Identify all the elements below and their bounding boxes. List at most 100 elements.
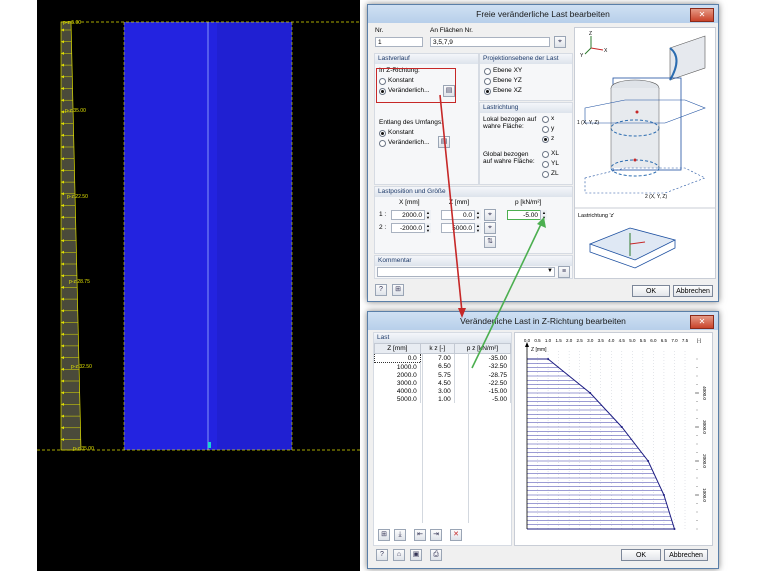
- units-icon[interactable]: ⊞: [392, 284, 404, 296]
- ok-button-2[interactable]: OK: [621, 549, 661, 561]
- table-cell-p[interactable]: -22.50: [454, 379, 512, 387]
- x-tick-label: 7.0: [671, 338, 678, 343]
- x-unit-label: [-]: [697, 338, 701, 343]
- save-icon[interactable]: ▣: [410, 549, 422, 561]
- kommentar-header: Kommentar: [375, 256, 572, 266]
- last-header: Last: [374, 333, 511, 343]
- table-cell-k[interactable]: 7.00: [420, 353, 455, 363]
- last-group: Last Z [mm] k z [-] p z [kN/m²] 0.0 7.00-…: [373, 332, 512, 546]
- row1-p-spinner[interactable]: ▲ ▼: [540, 210, 547, 220]
- nr-field[interactable]: 1: [375, 37, 423, 47]
- x-tick-label: 5.0: [629, 338, 636, 343]
- radio-lokal-z[interactable]: [542, 136, 549, 143]
- x-tick-label: 5.5: [640, 338, 647, 343]
- data-point: [673, 528, 676, 530]
- vp-label-top: p-z:5.00: [63, 20, 81, 26]
- radio-u-veraenderlich[interactable]: [379, 140, 386, 147]
- radio-ebene-yz[interactable]: [484, 78, 491, 85]
- load-table-body: 0.0 7.00 -35.00 1000.0 6.50 -32.50 2000.0 5.75-…: [374, 353, 512, 403]
- table-row[interactable]: 4000.0 3.00 -15.00: [374, 387, 512, 395]
- radio-global-zl[interactable]: [542, 171, 549, 178]
- preview-panel: Z X Y 1 (X, Y, Z) 2 (X, Y, Z) Lastrichtu…: [574, 27, 716, 279]
- row1-z-spinner[interactable]: ▲ ▼: [474, 210, 481, 220]
- x-tick-label: 4.0: [608, 338, 615, 343]
- y-tick-label: 4000.0: [702, 386, 707, 400]
- pick-point1-icon[interactable]: ⌖: [484, 209, 496, 221]
- row1-x-spinner[interactable]: ▲ ▼: [424, 210, 431, 220]
- table-cell-k[interactable]: 1.00: [420, 395, 455, 403]
- u-veraenderlich-label: Veränderlich...: [388, 139, 430, 146]
- edit-u-variation-button[interactable]: ▤: [438, 136, 450, 148]
- table-select-icon[interactable]: ⊞: [378, 529, 390, 541]
- open-icon[interactable]: ⌂: [393, 549, 405, 561]
- table-cell-p[interactable]: -28.75: [454, 371, 512, 379]
- kommentar-group: Kommentar ▼ ≡: [374, 255, 573, 279]
- table-cell-z[interactable]: 4000.0: [374, 387, 421, 395]
- projektion-header: Projektionsebene der Last: [480, 54, 572, 64]
- table-cell-z[interactable]: 1000.0: [374, 362, 421, 371]
- table-cell-p[interactable]: -32.50: [454, 362, 512, 371]
- swap-points-icon[interactable]: ⇅: [484, 236, 496, 248]
- row2-z-spinner[interactable]: ▲ ▼: [474, 223, 481, 233]
- radio-lokal-y[interactable]: [542, 126, 549, 133]
- col-x-header: X [mm]: [399, 199, 420, 206]
- table-row[interactable]: 1000.0 6.50 -32.50: [374, 362, 512, 371]
- close-button-2[interactable]: ✕: [690, 315, 714, 329]
- kommentar-library-icon[interactable]: ≡: [558, 266, 570, 278]
- help-icon-2[interactable]: ?: [376, 549, 388, 561]
- load-table[interactable]: Z [mm] k z [-] p z [kN/m²] 0.0 7.00 -35.00…: [374, 343, 512, 403]
- pick-surface-icon[interactable]: ⌖: [554, 36, 566, 48]
- ebene-xz-label: Ebene XZ: [493, 87, 522, 94]
- row2-x-spinner[interactable]: ▲ ▼: [424, 223, 431, 233]
- table-cell-p[interactable]: -5.00: [454, 395, 512, 403]
- table-cell-z[interactable]: 3000.0: [374, 379, 421, 387]
- data-point: [620, 426, 623, 428]
- radio-lokal-x[interactable]: [542, 116, 549, 123]
- table-cell-z[interactable]: 5000.0: [374, 395, 421, 403]
- radio-ebene-xy[interactable]: [484, 68, 491, 75]
- ok-button[interactable]: OK: [632, 285, 670, 297]
- x-tick-label: 6.5: [661, 338, 668, 343]
- table-cell-p[interactable]: -15.00: [454, 387, 512, 395]
- radio-global-yl[interactable]: [542, 161, 549, 168]
- insert-row-icon[interactable]: ⇤: [414, 529, 426, 541]
- x-tick-label: 0.0: [524, 338, 531, 343]
- print-icon[interactable]: ⎙: [430, 549, 442, 561]
- row1-index: 1 :: [379, 211, 387, 218]
- table-import-icon[interactable]: ⤓: [394, 529, 406, 541]
- table-row[interactable]: 2000.0 5.75 -28.75: [374, 371, 512, 379]
- table-cell-k[interactable]: 3.00: [420, 387, 455, 395]
- u-konstant-label: Konstant: [388, 129, 414, 136]
- delete-row-icon[interactable]: ⇥: [430, 529, 442, 541]
- table-cell-k[interactable]: 6.50: [420, 362, 455, 371]
- cancel-button[interactable]: Abbrechen: [673, 285, 713, 297]
- x-tick-label: 0.5: [534, 338, 541, 343]
- kommentar-field[interactable]: [377, 267, 555, 277]
- close-button[interactable]: ✕: [690, 8, 714, 22]
- radio-global-xl[interactable]: [542, 151, 549, 158]
- highlight-box: [376, 68, 456, 103]
- x-tick-label: 3.5: [598, 338, 605, 343]
- table-cell-k[interactable]: 5.75: [420, 371, 455, 379]
- pick-point2-icon[interactable]: ⌖: [484, 222, 496, 234]
- cancel-button-2[interactable]: Abbrechen: [664, 549, 708, 561]
- flaechen-field[interactable]: 3,5,7,9: [430, 37, 550, 47]
- radio-u-konstant[interactable]: [379, 130, 386, 137]
- table-row[interactable]: 5000.0 1.00 -5.00: [374, 395, 512, 403]
- table-cell-k[interactable]: 4.50: [420, 379, 455, 387]
- point1-label: 1 (X, Y, Z): [577, 120, 599, 126]
- nr-label: Nr.: [375, 27, 384, 34]
- delete-all-icon[interactable]: ✕: [450, 529, 462, 541]
- chevron-down-icon[interactable]: ▼: [547, 268, 553, 274]
- projektion-group: Projektionsebene der Last Ebene XY Ebene…: [479, 53, 573, 101]
- radio-ebene-xz[interactable]: [484, 88, 491, 95]
- help-icon[interactable]: ?: [375, 284, 387, 296]
- table-row[interactable]: 3000.0 4.50 -22.50: [374, 379, 512, 387]
- vp-label-1: p-z:35.00: [65, 108, 86, 114]
- x-tick-label: 1.5: [555, 338, 562, 343]
- table-cell-z[interactable]: 0.0: [374, 353, 421, 363]
- table-row[interactable]: 0.0 7.00 -35.00: [374, 353, 512, 363]
- table-cell-z[interactable]: 2000.0: [374, 371, 421, 379]
- table-cell-p[interactable]: -35.00: [454, 353, 512, 363]
- model-viewport[interactable]: p-z:5.00 p-z:35.00 p-z:22.50 p-z:28.75 p…: [37, 0, 360, 571]
